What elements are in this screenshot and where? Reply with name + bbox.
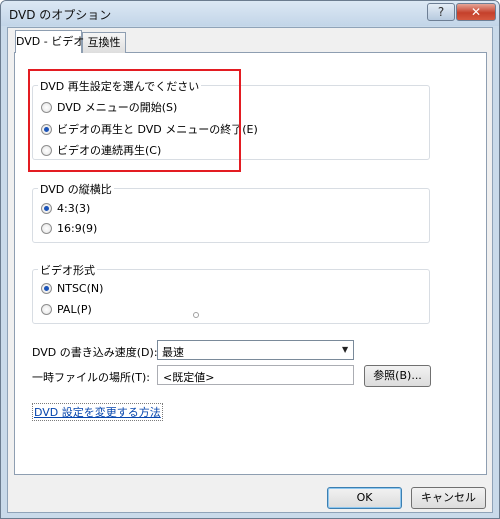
ok-button[interactable]: OK <box>327 487 402 509</box>
radio-label: 16:9(9) <box>57 222 98 235</box>
radio-button-icon[interactable] <box>41 283 52 294</box>
radio-button-icon[interactable] <box>41 203 52 214</box>
temp-location-value: <既定値> <box>163 371 215 384</box>
radio-button-icon[interactable] <box>41 304 52 315</box>
highlight-annotation-box <box>28 69 241 172</box>
radio-label: NTSC(N) <box>57 282 104 295</box>
radio-ntsc[interactable]: NTSC(N) <box>41 282 103 298</box>
video-format-legend: ビデオ形式 <box>38 262 97 278</box>
burn-speed-value: 最速 <box>162 346 184 359</box>
close-button[interactable]: ✕ <box>456 3 496 21</box>
tab-compatibility[interactable]: 互換性 <box>82 32 126 53</box>
title-bar[interactable]: DVD のオプション ? ✕ <box>1 1 499 26</box>
help-link[interactable]: DVD 設定を変更する方法 <box>32 403 163 421</box>
radio-label: PAL(P) <box>57 303 92 316</box>
temp-location-field[interactable]: <既定値> <box>157 365 354 385</box>
radio-aspect-4-3[interactable]: 4:3(3) <box>41 202 90 218</box>
dropdown-arrow-icon[interactable]: ▼ <box>342 345 348 354</box>
radio-button-icon[interactable] <box>41 223 52 234</box>
tab-dvd-video[interactable]: DVD - ビデオ <box>15 30 84 53</box>
aspect-group-legend: DVD の縦横比 <box>38 181 114 197</box>
radio-aspect-16-9[interactable]: 16:9(9) <box>41 222 97 238</box>
burn-speed-label: DVD の書き込み速度(D): <box>32 346 158 359</box>
window-title: DVD のオプション <box>9 8 112 22</box>
radio-label: 4:3(3) <box>57 202 91 215</box>
decorative-circle <box>193 312 199 318</box>
temp-location-label: 一時ファイルの場所(T): <box>32 371 151 384</box>
browse-button[interactable]: 参照(B)... <box>364 365 431 387</box>
cancel-button[interactable]: キャンセル <box>411 487 486 509</box>
radio-pal[interactable]: PAL(P) <box>41 303 92 319</box>
help-button[interactable]: ? <box>427 3 455 21</box>
burn-speed-select[interactable]: 最速 ▼ <box>157 340 354 360</box>
